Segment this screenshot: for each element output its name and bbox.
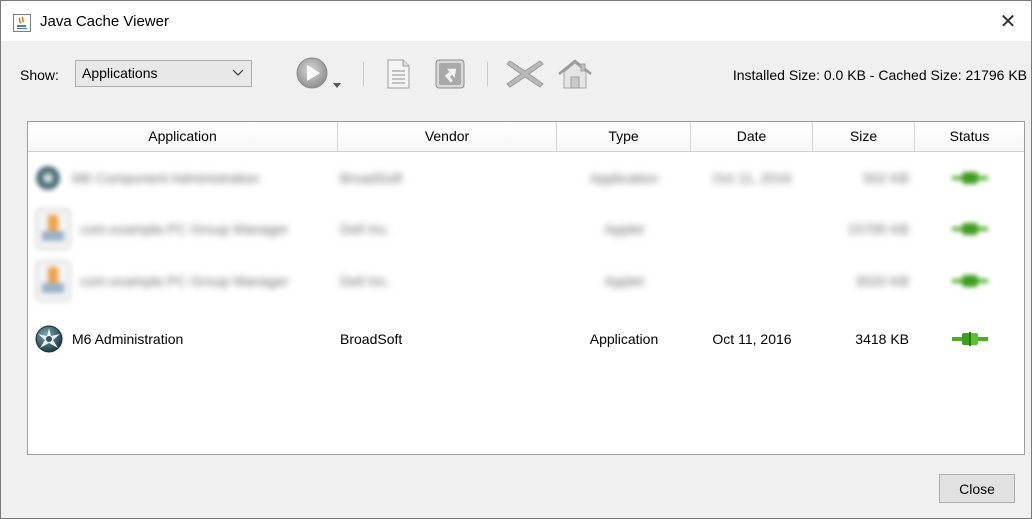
toolbar-separator bbox=[487, 62, 488, 86]
status-plug-icon bbox=[915, 254, 1024, 307]
row-type: Applet bbox=[604, 272, 644, 289]
row-date: Oct 11, 2016 bbox=[712, 330, 792, 347]
chevron-down-icon bbox=[232, 69, 244, 76]
window-title: Java Cache Viewer bbox=[40, 13, 169, 30]
create-shortcut-button[interactable] bbox=[433, 57, 467, 91]
home-button[interactable] bbox=[555, 57, 595, 91]
status-plug-icon bbox=[915, 312, 1024, 365]
m6-app-icon bbox=[35, 312, 65, 365]
show-label: Show: bbox=[20, 67, 59, 83]
window-close-icon[interactable]: ✕ bbox=[985, 1, 1031, 41]
table-header: Application Vendor Type Date Size Status bbox=[28, 122, 1024, 152]
table-row[interactable]: com.example.PC Group Manager Dell Inc. A… bbox=[28, 254, 1024, 307]
row-application: com.example.PC Group Manager bbox=[80, 272, 289, 289]
row-date bbox=[691, 254, 813, 307]
show-dropdown[interactable]: Applications bbox=[75, 60, 252, 87]
column-header-vendor[interactable]: Vendor bbox=[338, 122, 557, 151]
row-size: 3020 KB bbox=[855, 272, 909, 289]
run-button[interactable] bbox=[295, 57, 345, 91]
column-header-date[interactable]: Date bbox=[691, 122, 813, 151]
row-vendor: Dell Inc. bbox=[340, 272, 391, 289]
row-type: Applet bbox=[604, 220, 644, 237]
column-header-size[interactable]: Size bbox=[813, 122, 915, 151]
document-icon bbox=[387, 59, 410, 89]
row-vendor: BroadSoft bbox=[340, 330, 403, 347]
column-header-application[interactable]: Application bbox=[28, 122, 338, 151]
delete-icon bbox=[506, 60, 544, 88]
size-summary: Installed Size: 0.0 KB - Cached Size: 21… bbox=[732, 67, 1027, 83]
row-type: Application bbox=[589, 170, 659, 186]
row-size: 502 KB bbox=[863, 170, 909, 186]
java-app-icon bbox=[13, 14, 31, 32]
row-size: 15795 KB bbox=[847, 220, 910, 237]
toolbar-separator bbox=[363, 62, 364, 86]
cache-table: Application Vendor Type Date Size Status… bbox=[27, 121, 1025, 455]
home-icon bbox=[558, 59, 592, 89]
column-header-status[interactable]: Status bbox=[915, 122, 1024, 151]
app-row-icon bbox=[34, 153, 64, 203]
applet-row-icon bbox=[34, 254, 74, 307]
play-icon bbox=[296, 57, 341, 89]
applet-row-icon bbox=[34, 203, 74, 254]
status-plug-icon bbox=[915, 153, 1024, 203]
view-jnlp-button[interactable] bbox=[384, 57, 412, 91]
row-type: Application bbox=[589, 330, 659, 347]
row-application: com.example.PC Group Manager bbox=[80, 220, 289, 237]
row-date: Oct 11, 2016 bbox=[712, 170, 792, 186]
row-application: M6 Component Administration bbox=[72, 170, 260, 186]
toolbar: Show: Applications Installed Size: 0.0 K… bbox=[1, 53, 1031, 93]
title-bar: Java Cache Viewer ✕ bbox=[1, 1, 1031, 41]
row-size: 3418 KB bbox=[855, 330, 909, 347]
row-date bbox=[691, 203, 813, 254]
table-row[interactable]: com.example.PC Group Manager Dell Inc. A… bbox=[28, 203, 1024, 254]
row-application: M6 Administration bbox=[72, 330, 184, 347]
row-vendor: Dell Inc. bbox=[340, 220, 391, 237]
status-plug-icon bbox=[915, 203, 1024, 254]
java-cache-viewer-window: Java Cache Viewer ✕ Show: Applications I… bbox=[0, 0, 1032, 519]
table-row[interactable]: M6 Administration BroadSoft Application … bbox=[28, 312, 1024, 365]
shortcut-icon bbox=[435, 59, 465, 89]
row-vendor: BroadSoft bbox=[340, 170, 403, 186]
close-button[interactable]: Close bbox=[939, 474, 1015, 503]
table-row[interactable]: M6 Component Administration BroadSoft Ap… bbox=[28, 153, 1024, 203]
column-header-type[interactable]: Type bbox=[557, 122, 691, 151]
show-dropdown-value: Applications bbox=[82, 65, 158, 81]
delete-button[interactable] bbox=[503, 57, 547, 91]
